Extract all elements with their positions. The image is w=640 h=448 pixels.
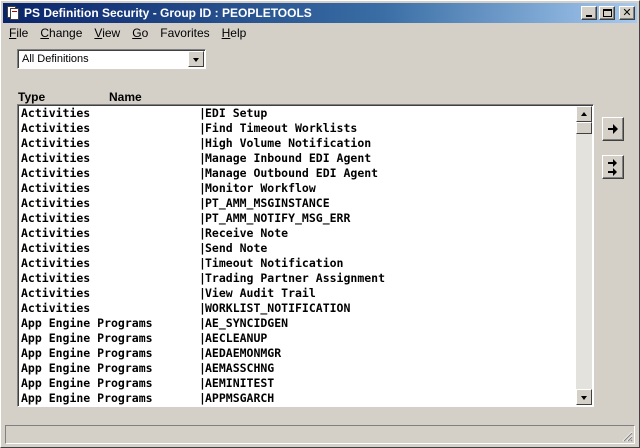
list-item[interactable]: Activities | Timeout Notification	[21, 256, 576, 271]
row-name: Find Timeout Worklists	[205, 121, 358, 135]
arrow-up-icon	[581, 112, 587, 116]
row-name: EDI Setup	[205, 106, 268, 120]
menu-go[interactable]: Go	[126, 26, 154, 40]
row-type: Activities	[21, 166, 91, 180]
row-name: AEMASSCHNG	[205, 361, 275, 375]
list-item[interactable]: Activities | Find Timeout Worklists	[21, 121, 576, 136]
row-name: Manage Outbound EDI Agent	[205, 166, 379, 180]
row-type: Activities	[21, 226, 91, 240]
list-item[interactable]: Activities | WORKLIST_NOTIFICATION	[21, 301, 576, 316]
window-title: PS Definition Security - Group ID : PEOP…	[24, 6, 312, 20]
row-type: Activities	[21, 211, 91, 225]
close-button[interactable]: ✕	[619, 6, 635, 20]
dropdown-button[interactable]	[188, 51, 204, 67]
arrow-down-icon	[581, 396, 587, 400]
chevron-down-icon	[193, 58, 199, 62]
list-item[interactable]: App Engine Programs | AECLEANUP	[21, 331, 576, 346]
menu-change[interactable]: Change	[34, 26, 88, 40]
list-item[interactable]: App Engine Programs | AEDAEMONMGR	[21, 346, 576, 361]
list-item[interactable]: App Engine Programs | AEMINITEST	[21, 376, 576, 391]
menu-bar: File Change View Go Favorites Help	[3, 24, 637, 42]
list-item[interactable]: Activities | Trading Partner Assignment	[21, 271, 576, 286]
row-name: View Audit Trail	[205, 286, 316, 300]
row-type: App Engine Programs	[21, 376, 153, 390]
list-item[interactable]: App Engine Programs | AEMASSCHNG	[21, 361, 576, 376]
row-name: Receive Note	[205, 226, 289, 240]
list-item[interactable]: Activities | Manage Outbound EDI Agent	[21, 166, 576, 181]
arrow-right-icon	[608, 124, 618, 134]
scroll-down-button[interactable]	[576, 389, 592, 405]
row-type: Activities	[21, 241, 91, 255]
row-type: Activities	[21, 286, 91, 300]
row-type: Activities	[21, 196, 91, 210]
row-name: Manage Inbound EDI Agent	[205, 151, 372, 165]
app-icon[interactable]	[5, 5, 21, 21]
row-name: AE_SYNCIDGEN	[205, 316, 289, 330]
list-item[interactable]: App Engine Programs | APPMSGARCH	[21, 391, 576, 406]
column-header-type[interactable]: Type	[18, 90, 45, 104]
row-type: App Engine Programs	[21, 391, 153, 405]
row-type: App Engine Programs	[21, 361, 153, 375]
minimize-icon	[586, 15, 592, 17]
row-name: WORKLIST_NOTIFICATION	[205, 301, 351, 315]
menu-favorites[interactable]: Favorites	[154, 26, 215, 40]
list-item[interactable]: Activities | EDI Setup	[21, 106, 576, 121]
column-header-name[interactable]: Name	[109, 90, 142, 104]
row-name: Timeout Notification	[205, 256, 344, 270]
menu-help[interactable]: Help	[216, 26, 253, 40]
row-name: AECLEANUP	[205, 331, 268, 345]
row-type: App Engine Programs	[21, 346, 153, 360]
row-type: Activities	[21, 136, 91, 150]
maximize-button[interactable]	[599, 6, 615, 20]
status-bar	[5, 425, 635, 444]
menu-view[interactable]: View	[88, 26, 126, 40]
row-name: High Volume Notification	[205, 136, 372, 150]
row-name: Trading Partner Assignment	[205, 271, 386, 285]
list-item[interactable]: Activities | Receive Note	[21, 226, 576, 241]
title-bar[interactable]: PS Definition Security - Group ID : PEOP…	[3, 3, 637, 23]
definition-filter-value: All Definitions	[22, 53, 89, 65]
row-type: Activities	[21, 106, 91, 120]
list-item[interactable]: Activities | Send Note	[21, 241, 576, 256]
row-type: Activities	[21, 301, 91, 315]
double-arrow-right-icon	[608, 159, 617, 176]
row-name: APPMSGARCH	[205, 391, 275, 405]
row-type: Activities	[21, 121, 91, 135]
list-item[interactable]: Activities | PT_AMM_MSGINSTANCE	[21, 196, 576, 211]
row-type: Activities	[21, 151, 91, 165]
resize-grip-icon[interactable]	[621, 430, 633, 442]
vertical-scrollbar[interactable]	[576, 106, 592, 405]
definition-rows: Activities | EDI Setup Activities | Find Time…	[21, 106, 576, 406]
definition-list[interactable]: Activities | EDI Setup Activities | Find Time…	[17, 104, 594, 407]
scroll-up-button[interactable]	[576, 106, 592, 122]
list-item[interactable]: Activities | Manage Inbound EDI Agent	[21, 151, 576, 166]
list-item[interactable]: Activities | PT_AMM_NOTIFY_MSG_ERR	[21, 211, 576, 226]
add-all-button[interactable]	[602, 155, 624, 179]
list-item[interactable]: Activities | High Volume Notification	[21, 136, 576, 151]
maximize-icon	[603, 9, 612, 17]
row-name: Monitor Workflow	[205, 181, 316, 195]
row-name: AEDAEMONMGR	[205, 346, 282, 360]
row-type: Activities	[21, 256, 91, 270]
row-type: App Engine Programs	[21, 331, 153, 345]
list-item[interactable]: Activities | View Audit Trail	[21, 286, 576, 301]
definition-filter-select[interactable]: All Definitions	[17, 49, 206, 69]
row-type: App Engine Programs	[21, 316, 153, 330]
scroll-thumb[interactable]	[576, 122, 592, 134]
row-name: Send Note	[205, 241, 268, 255]
minimize-button[interactable]	[581, 6, 597, 20]
row-name: PT_AMM_MSGINSTANCE	[205, 196, 330, 210]
list-item[interactable]: App Engine Programs | AE_SYNCIDGEN	[21, 316, 576, 331]
row-name: PT_AMM_NOTIFY_MSG_ERR	[205, 211, 351, 225]
add-selected-button[interactable]	[602, 117, 624, 141]
close-icon: ✕	[622, 6, 632, 19]
row-type: Activities	[21, 271, 91, 285]
menu-file[interactable]: File	[3, 26, 34, 40]
app-window: PS Definition Security - Group ID : PEOP…	[0, 0, 640, 448]
row-type: Activities	[21, 181, 91, 195]
list-item[interactable]: Activities | Monitor Workflow	[21, 181, 576, 196]
row-name: AEMINITEST	[205, 376, 275, 390]
